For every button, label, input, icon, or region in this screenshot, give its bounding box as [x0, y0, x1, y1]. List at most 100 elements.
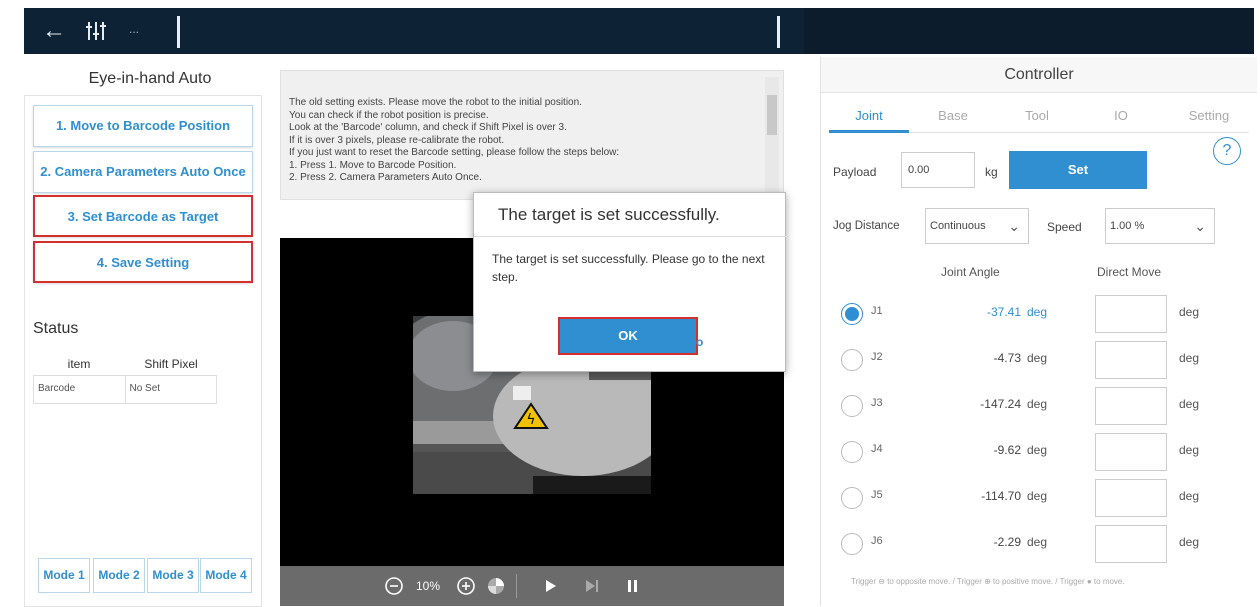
jog-distance-select[interactable]: Continuous ⌄ — [925, 208, 1029, 244]
set-barcode-target-button[interactable]: 3. Set Barcode as Target — [33, 195, 253, 237]
direct-move-input-j2[interactable] — [1095, 341, 1167, 379]
payload-label: Payload — [833, 165, 877, 179]
joint-value: -4.73 — [993, 351, 1021, 365]
save-setting-button[interactable]: 4. Save Setting — [33, 241, 253, 283]
joint-row-j2: J2 -4.73 deg deg — [841, 341, 1241, 381]
joint-unit: deg — [1027, 535, 1048, 549]
zoom-out-icon[interactable] — [384, 576, 404, 596]
tab-base[interactable]: Base — [913, 103, 993, 133]
help-icon[interactable]: ? — [1213, 137, 1241, 165]
scroll-thumb[interactable] — [767, 95, 777, 135]
toolbar-divider — [516, 574, 517, 598]
joint-value: -2.29 — [993, 535, 1021, 549]
joint-unit: deg — [1027, 443, 1048, 457]
instruction-message-box: The old setting exists. Please move the … — [280, 70, 784, 200]
dialog-separator — [474, 236, 787, 237]
joint-unit: deg — [1027, 305, 1048, 319]
joint-name: J5 — [871, 489, 883, 501]
status-table-header: item Shift Pixel — [33, 352, 217, 376]
status-table: item Shift Pixel Barcode No Set — [33, 352, 217, 404]
joint-radio-j2[interactable] — [841, 349, 863, 371]
instruction-text: The old setting exists. Please move the … — [289, 97, 620, 183]
ok-button[interactable]: OK — [558, 317, 698, 355]
direct-move-input-j3[interactable] — [1095, 387, 1167, 425]
top-bar-left — [24, 8, 804, 54]
camera-params-auto-button[interactable]: 2. Camera Parameters Auto Once — [33, 151, 253, 193]
jog-distance-value: Continuous — [930, 220, 986, 232]
joint-row-j5: J5 -114.70 deg deg — [841, 479, 1241, 519]
speed-label: Speed — [1047, 220, 1082, 234]
direct-move-unit: deg — [1179, 535, 1200, 549]
direct-move-input-j1[interactable] — [1095, 295, 1167, 333]
direct-move-unit: deg — [1179, 351, 1200, 365]
play-icon[interactable] — [544, 576, 558, 596]
tab-io[interactable]: IO — [1081, 103, 1161, 133]
direct-move-unit: deg — [1179, 489, 1200, 503]
joint-row-j6: J6 -2.29 deg deg — [841, 525, 1241, 565]
direct-move-input-j6[interactable] — [1095, 525, 1167, 563]
joint-radio-j4[interactable] — [841, 441, 863, 463]
color-balance-icon[interactable] — [486, 576, 506, 596]
status-title: Status — [33, 320, 79, 337]
mode-4-button[interactable]: Mode 4 — [200, 558, 252, 593]
joint-radio-j6[interactable] — [841, 533, 863, 555]
col-shift-pixel: Shift Pixel — [144, 357, 198, 371]
direct-move-unit: deg — [1179, 397, 1200, 411]
payload-unit: kg — [985, 165, 998, 179]
direct-move-input-j4[interactable] — [1095, 433, 1167, 471]
controller-title: Controller — [821, 57, 1257, 93]
mode-3-button[interactable]: Mode 3 — [147, 558, 199, 593]
tab-setting[interactable]: Setting — [1169, 103, 1249, 133]
joint-name: J1 — [871, 305, 883, 317]
back-arrow-icon[interactable]: ← — [42, 17, 70, 45]
payload-input[interactable]: 0.00 — [901, 152, 975, 188]
joint-name: J4 — [871, 443, 883, 455]
joint-row-j3: J3 -147.24 deg deg — [841, 387, 1241, 427]
joint-value: -37.41 — [986, 305, 1021, 319]
svg-text:ϟ: ϟ — [526, 412, 535, 428]
chevron-down-icon: ⌄ — [1194, 218, 1206, 234]
speed-select[interactable]: 1.00 % ⌄ — [1105, 208, 1215, 244]
tab-joint[interactable]: Joint — [829, 103, 909, 133]
mode-1-button[interactable]: Mode 1 — [38, 558, 90, 593]
trigger-hint: Trigger ⊖ to opposite move. / Trigger ⊕ … — [851, 577, 1125, 586]
step-forward-icon[interactable] — [584, 576, 600, 596]
pause-icon[interactable] — [626, 576, 640, 596]
direct-move-unit: deg — [1179, 443, 1200, 457]
speed-value: 1.00 % — [1110, 220, 1145, 232]
left-panel-title: Eye-in-hand Auto — [88, 70, 212, 87]
joint-row-j1: J1 -37.41 deg deg — [841, 295, 1241, 335]
sliders-icon[interactable] — [84, 19, 108, 43]
zoom-in-icon[interactable] — [456, 576, 476, 596]
joint-unit: deg — [1027, 489, 1048, 503]
mode-2-button[interactable]: Mode 2 — [93, 558, 145, 593]
message-scrollbar[interactable] — [765, 77, 779, 195]
joint-value: -9.62 — [993, 443, 1021, 457]
success-dialog: The target is set successfully. The targ… — [473, 192, 787, 372]
dialog-message: The target is set successfully. Please g… — [492, 252, 765, 284]
cell-shift-pixel: No Set — [124, 376, 217, 403]
set-payload-button[interactable]: Set — [1009, 151, 1147, 189]
zoom-level: 10% — [416, 579, 441, 593]
joint-name: J2 — [871, 351, 883, 363]
cell-item: Barcode — [38, 383, 76, 394]
more-label[interactable]: ... — [129, 22, 139, 36]
joint-radio-j1[interactable] — [841, 303, 863, 325]
joint-radio-j3[interactable] — [841, 395, 863, 417]
direct-move-header: Direct Move — [1097, 265, 1162, 279]
col-item: item — [67, 357, 91, 371]
jog-distance-label: Jog Distance — [833, 220, 900, 232]
joint-radio-j5[interactable] — [841, 487, 863, 509]
topbar-divider — [177, 16, 180, 48]
direct-move-unit: deg — [1179, 305, 1200, 319]
chevron-down-icon: ⌄ — [1008, 218, 1020, 234]
dialog-extra-glyph: o — [696, 335, 704, 349]
joint-angle-header: Joint Angle — [941, 265, 1000, 279]
table-row: Barcode No Set — [33, 376, 217, 404]
dialog-title: The target is set successfully. — [498, 205, 720, 224]
tab-tool[interactable]: Tool — [997, 103, 1077, 133]
move-to-barcode-button[interactable]: 1. Move to Barcode Position — [33, 105, 253, 147]
joint-name: J6 — [871, 535, 883, 547]
joint-name: J3 — [871, 397, 883, 409]
direct-move-input-j5[interactable] — [1095, 479, 1167, 517]
